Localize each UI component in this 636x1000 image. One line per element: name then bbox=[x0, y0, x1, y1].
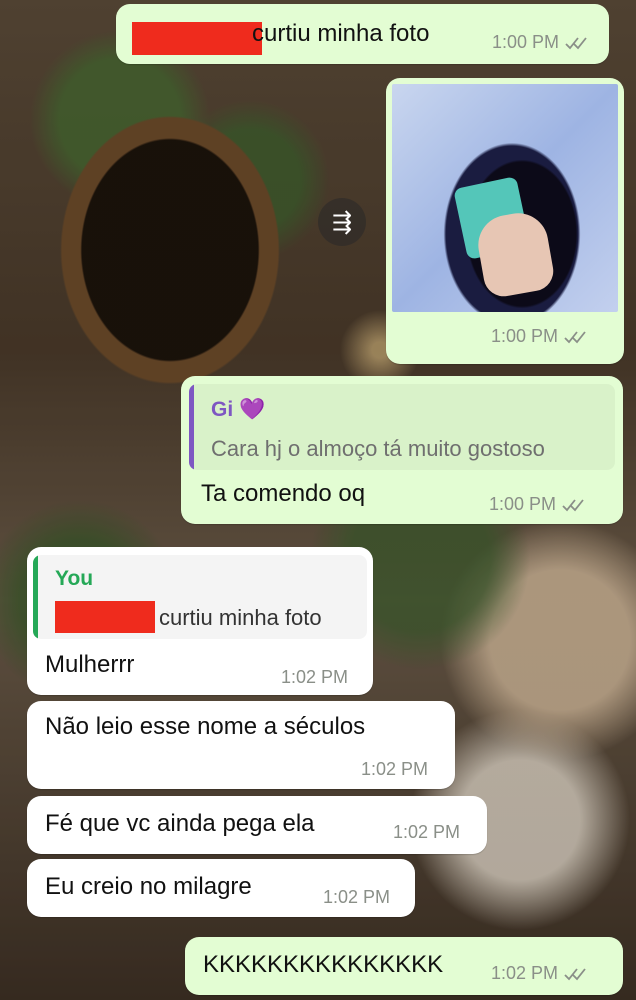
forward-icon[interactable]: ⇶ bbox=[318, 198, 366, 246]
message-bubble-photo[interactable]: 1:00 PM bbox=[386, 78, 624, 364]
message-time: 1:00 PM bbox=[492, 32, 560, 52]
message-bubble-incoming[interactable]: Fé que vc ainda pega ela 1:02 PM bbox=[27, 796, 487, 854]
message-time: 1:00 PM bbox=[489, 494, 557, 514]
message-text: curtiu minha foto bbox=[252, 20, 430, 47]
quote-accent-bar bbox=[189, 384, 194, 470]
shared-photo[interactable] bbox=[392, 84, 618, 312]
message-meta: 1:00 PM bbox=[489, 494, 588, 515]
read-receipt-icon bbox=[564, 967, 586, 980]
message-text: Não leio esse nome a séculos bbox=[45, 713, 366, 740]
quoted-message[interactable]: You curtiu minha foto bbox=[33, 555, 367, 639]
message-text: Eu creio no milagre bbox=[45, 873, 252, 900]
message-text: Ta comendo oq bbox=[201, 480, 366, 507]
message-bubble-incoming[interactable]: Não leio esse nome a séculos 1:02 PM bbox=[27, 701, 455, 789]
message-meta: 1:02 PM bbox=[323, 887, 390, 908]
message-time: 1:02 PM bbox=[323, 887, 391, 907]
read-receipt-icon bbox=[564, 330, 586, 343]
message-time: 1:02 PM bbox=[393, 822, 461, 842]
quote-text: Cara hj o almoço tá muito gostoso bbox=[211, 436, 545, 461]
message-time: 1:02 PM bbox=[491, 963, 559, 983]
redacted-name bbox=[55, 601, 155, 633]
message-time: 1:02 PM bbox=[361, 759, 429, 779]
message-meta: 1:00 PM bbox=[491, 326, 590, 347]
message-bubble-outgoing[interactable]: KKKKKKKKKKKKKKK 1:02 PM bbox=[185, 937, 623, 995]
read-receipt-icon bbox=[562, 498, 584, 511]
read-receipt-icon bbox=[565, 36, 587, 49]
message-meta: 1:02 PM bbox=[491, 963, 590, 984]
quote-author: You bbox=[55, 567, 94, 590]
quote-author: Gi 💜 bbox=[211, 398, 266, 421]
message-bubble-incoming-reply[interactable]: You curtiu minha foto Mulherrr 1:02 PM bbox=[27, 547, 373, 695]
message-time: 1:02 PM bbox=[281, 667, 349, 687]
message-bubble-outgoing-reply[interactable]: Gi 💜 Cara hj o almoço tá muito gostoso T… bbox=[181, 376, 623, 524]
message-time: 1:00 PM bbox=[491, 326, 559, 346]
quoted-message[interactable]: Gi 💜 Cara hj o almoço tá muito gostoso bbox=[189, 384, 615, 470]
message-text: KKKKKKKKKKKKKKK bbox=[203, 951, 444, 978]
message-meta: 1:02 PM bbox=[281, 667, 348, 688]
message-text: Fé que vc ainda pega ela bbox=[45, 810, 315, 837]
quote-accent-bar bbox=[33, 555, 38, 639]
message-meta: 1:00 PM bbox=[492, 32, 591, 53]
message-meta: 1:02 PM bbox=[393, 822, 460, 843]
message-bubble-outgoing[interactable]: curtiu minha foto 1:00 PM bbox=[116, 4, 609, 64]
redacted-name bbox=[132, 22, 262, 55]
message-bubble-incoming[interactable]: Eu creio no milagre 1:02 PM bbox=[27, 859, 415, 917]
quote-text: curtiu minha foto bbox=[159, 605, 322, 630]
message-text: Mulherrr bbox=[45, 651, 135, 678]
message-meta: 1:02 PM bbox=[361, 759, 428, 780]
